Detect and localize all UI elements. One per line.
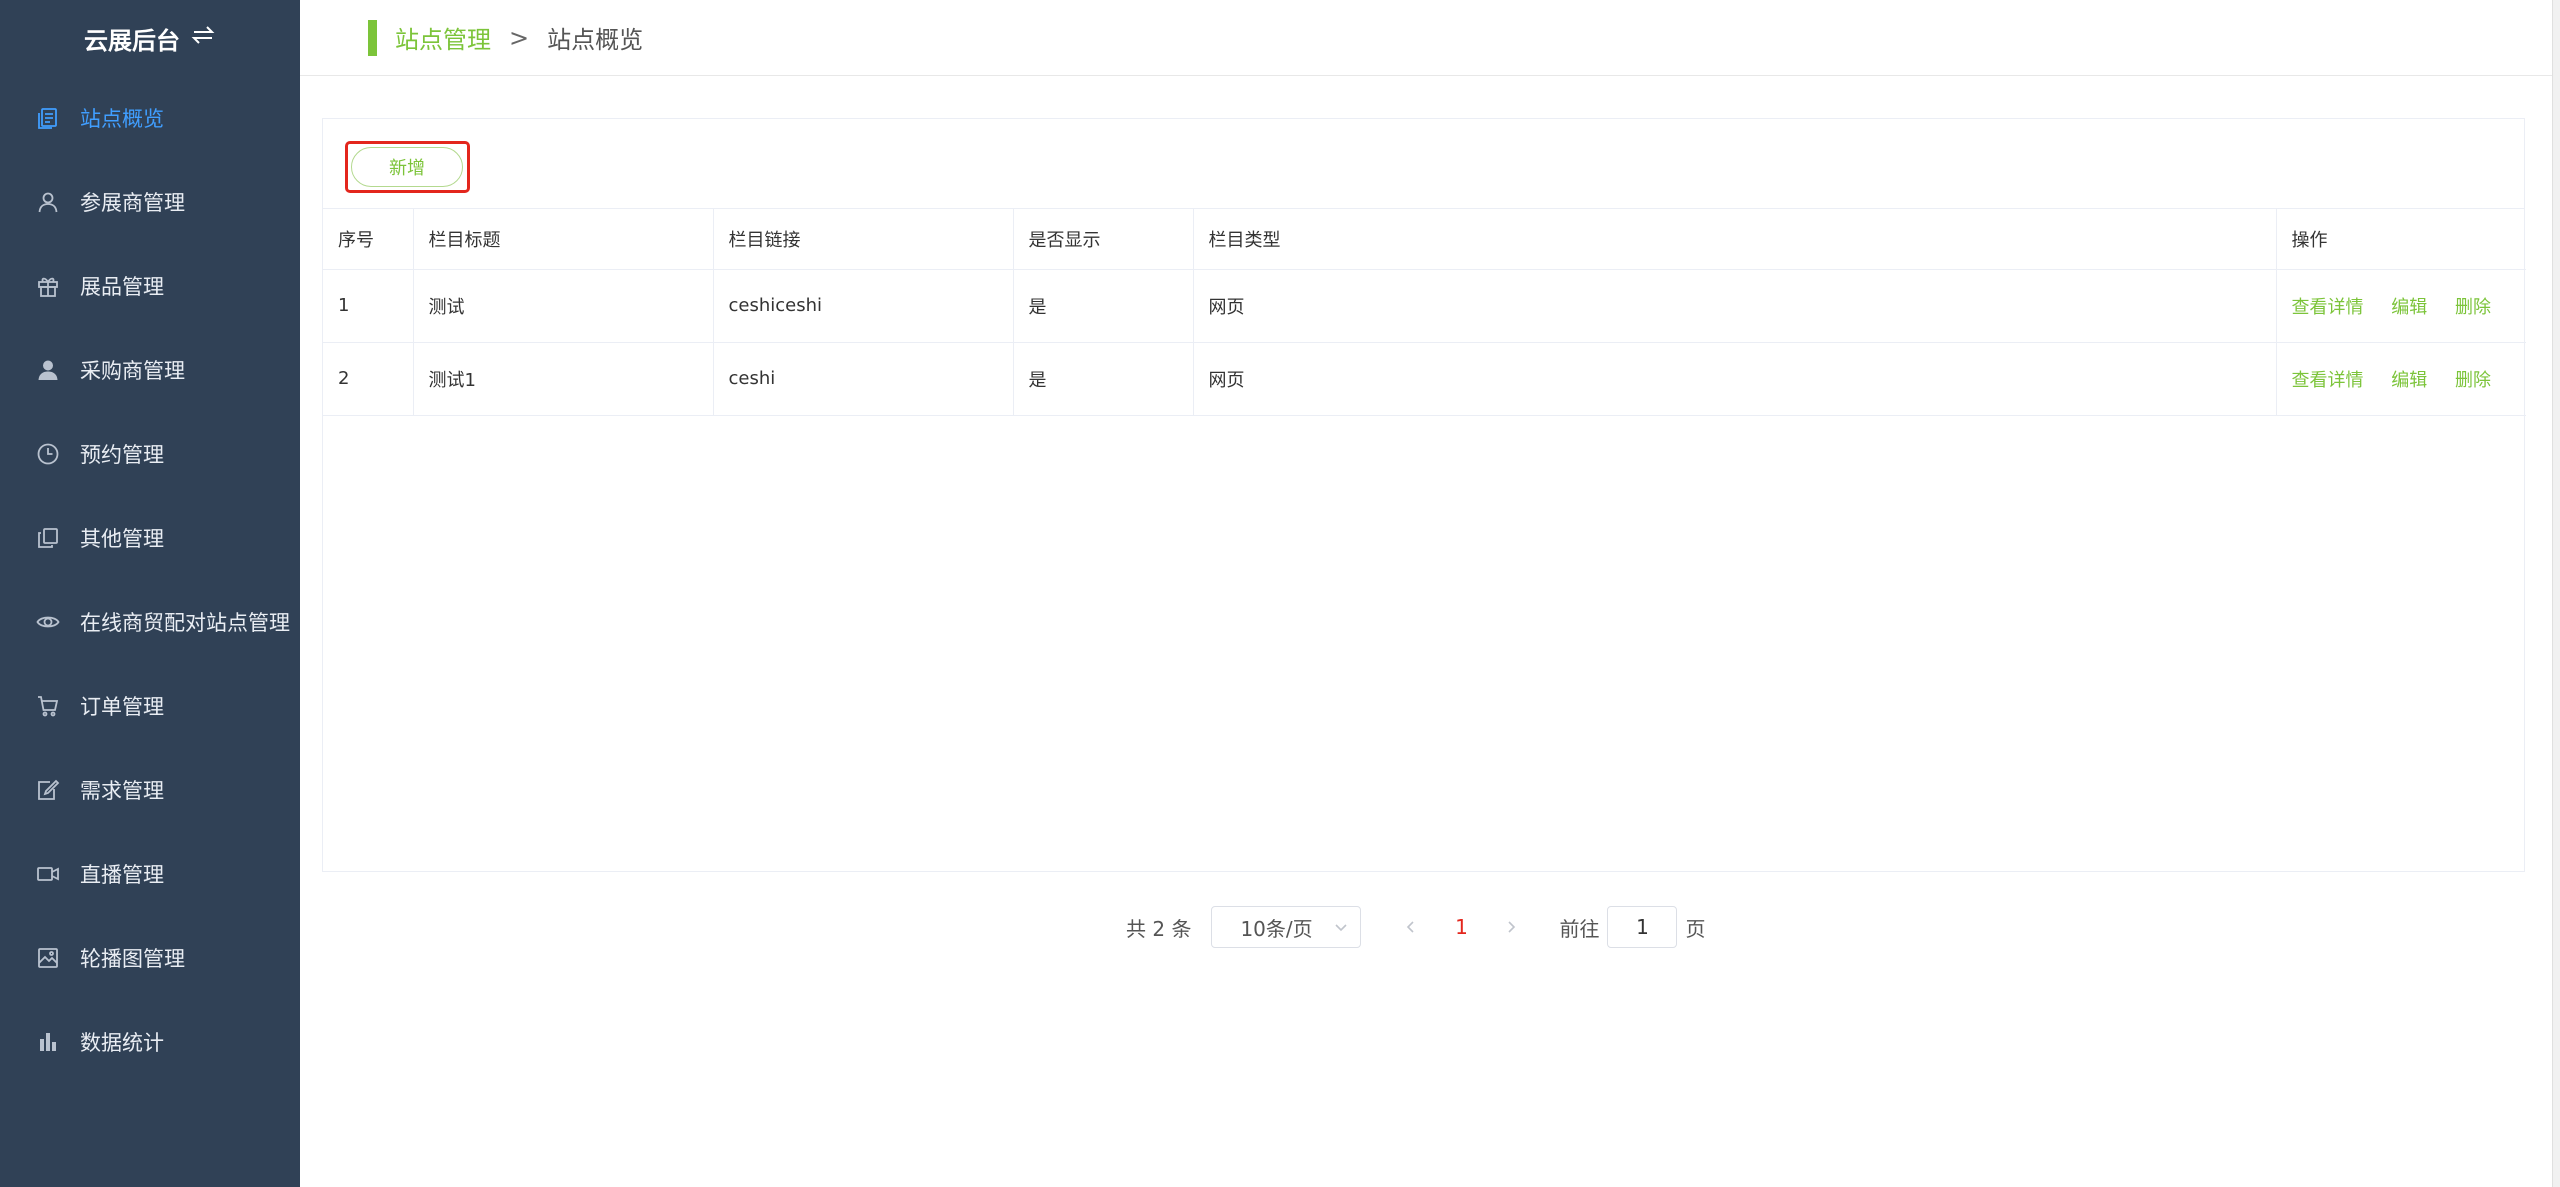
view-details-link[interactable]: 查看详情 [2292, 370, 2364, 391]
sidebar-menu: 站点概览 参展商管理 展品管理 采购商管理 预约管理 其他管理 在线商贸配对站点… [0, 76, 300, 1084]
sidebar-item-label: 在线商贸配对站点管理 [80, 611, 290, 635]
column-header-title: 栏目标题 [413, 209, 714, 270]
sidebar-item-buyer[interactable]: 采购商管理 [0, 328, 300, 412]
brand: 云展后台 [0, 0, 300, 76]
column-header-type: 栏目类型 [1193, 209, 2277, 270]
page-size-select[interactable]: 10条/页 [1211, 906, 1362, 948]
edit-icon [35, 777, 61, 803]
cell-actions: 查看详情 编辑 删除 [2276, 269, 2526, 343]
sidebar-item-exhibitor[interactable]: 参展商管理 [0, 160, 300, 244]
page-number-current[interactable]: 1 [1431, 915, 1491, 939]
delete-link[interactable]: 删除 [2455, 370, 2491, 391]
sidebar-item-label: 需求管理 [80, 779, 164, 803]
vertical-scrollbar[interactable] [2552, 0, 2560, 1187]
page-size-value: 10条/页 [1240, 916, 1313, 941]
site-table: 序号 栏目标题 栏目链接 是否显示 栏目类型 操作 1 测试 ceshicesh… [323, 209, 2526, 416]
cell-type: 网页 [1193, 342, 2277, 416]
cell-actions: 查看详情 编辑 删除 [2276, 342, 2526, 416]
cart-icon [35, 693, 61, 719]
sidebar-item-label: 轮播图管理 [80, 947, 185, 971]
sidebar-item-label: 预约管理 [80, 443, 164, 467]
sidebar: 云展后台 站点概览 参展商管理 展品管理 采购商管理 预约管理 其他管理 在线商… [0, 0, 300, 1187]
breadcrumb: 站点管理 > 站点概览 [300, 0, 2552, 76]
table-row: 2 测试1 ceshi 是 网页 查看详情 编辑 删除 [323, 342, 2526, 416]
column-header-index: 序号 [323, 209, 414, 270]
sidebar-item-label: 直播管理 [80, 863, 164, 887]
add-button[interactable]: 新增 [351, 147, 463, 187]
breadcrumb-current: 站点概览 [547, 26, 644, 54]
next-page-button[interactable] [1491, 906, 1531, 948]
cell-index: 2 [323, 342, 414, 416]
cell-type: 网页 [1193, 269, 2277, 343]
cell-link: ceshiceshi [713, 269, 1014, 343]
sidebar-item-other[interactable]: 其他管理 [0, 496, 300, 580]
sidebar-item-label: 参展商管理 [80, 191, 185, 215]
switch-icon[interactable] [190, 24, 216, 52]
table-toolbar: 新增 [323, 119, 2524, 209]
app-title: 云展后台 [84, 26, 180, 55]
sidebar-item-live[interactable]: 直播管理 [0, 832, 300, 916]
sidebar-item-label: 站点概览 [80, 107, 164, 131]
cell-visible: 是 [1013, 269, 1194, 343]
video-camera-icon [35, 861, 61, 887]
column-header-actions: 操作 [2276, 209, 2526, 270]
sidebar-item-label: 订单管理 [80, 695, 164, 719]
sidebar-item-demand[interactable]: 需求管理 [0, 748, 300, 832]
clock-icon [35, 441, 61, 467]
prev-page-button[interactable] [1391, 906, 1431, 948]
column-header-visible: 是否显示 [1013, 209, 1194, 270]
edit-link[interactable]: 编辑 [2391, 297, 2427, 318]
pagination: 共 2 条 10条/页 1 前往 页 [1126, 905, 1705, 949]
document-icon [35, 105, 61, 131]
edit-link[interactable]: 编辑 [2391, 370, 2427, 391]
cell-link: ceshi [713, 342, 1014, 416]
sidebar-item-site-overview[interactable]: 站点概览 [0, 76, 300, 160]
sidebar-item-appointment[interactable]: 预约管理 [0, 412, 300, 496]
gift-icon [35, 273, 61, 299]
sidebar-item-orders[interactable]: 订单管理 [0, 664, 300, 748]
eye-icon [35, 609, 61, 635]
sidebar-item-matchmaking[interactable]: 在线商贸配对站点管理 [0, 580, 300, 664]
table-header-row: 序号 栏目标题 栏目链接 是否显示 栏目类型 操作 [323, 209, 2526, 270]
breadcrumb-parent-link[interactable]: 站点管理 [395, 20, 491, 55]
breadcrumb-separator: > [509, 23, 530, 52]
chevron-right-icon [1508, 921, 1516, 933]
pagination-total: 共 2 条 [1126, 916, 1192, 941]
sidebar-item-label: 展品管理 [80, 275, 164, 299]
sidebar-item-statistics[interactable]: 数据统计 [0, 1000, 300, 1084]
sidebar-item-label: 数据统计 [80, 1031, 164, 1055]
sidebar-item-label: 其他管理 [80, 527, 164, 551]
picture-icon [35, 945, 61, 971]
breadcrumb-accent-bar [368, 19, 377, 56]
site-list-card: 新增 序号 栏目标题 栏目链接 是否显示 栏目类型 操作 1 测试 ceshic… [322, 118, 2526, 872]
chevron-left-icon [1407, 921, 1415, 933]
goto-label: 前往 [1559, 916, 1600, 941]
user-filled-icon [35, 357, 61, 383]
table-row: 1 测试 ceshiceshi 是 网页 查看详情 编辑 删除 [323, 269, 2526, 343]
cell-visible: 是 [1013, 342, 1194, 416]
cell-index: 1 [323, 269, 414, 343]
cell-title: 测试1 [413, 342, 714, 416]
page-unit-label: 页 [1685, 916, 1706, 941]
view-details-link[interactable]: 查看详情 [2292, 297, 2364, 318]
chevron-down-icon [1334, 915, 1348, 939]
sidebar-item-label: 采购商管理 [80, 359, 185, 383]
column-header-link: 栏目链接 [713, 209, 1014, 270]
delete-link[interactable]: 删除 [2455, 297, 2491, 318]
bar-chart-icon [35, 1029, 61, 1055]
user-outline-icon [35, 189, 61, 215]
goto-page-input[interactable] [1607, 906, 1678, 948]
copy-icon [35, 525, 61, 551]
cell-title: 测试 [413, 269, 714, 343]
sidebar-item-exhibits[interactable]: 展品管理 [0, 244, 300, 328]
sidebar-item-carousel[interactable]: 轮播图管理 [0, 916, 300, 1000]
